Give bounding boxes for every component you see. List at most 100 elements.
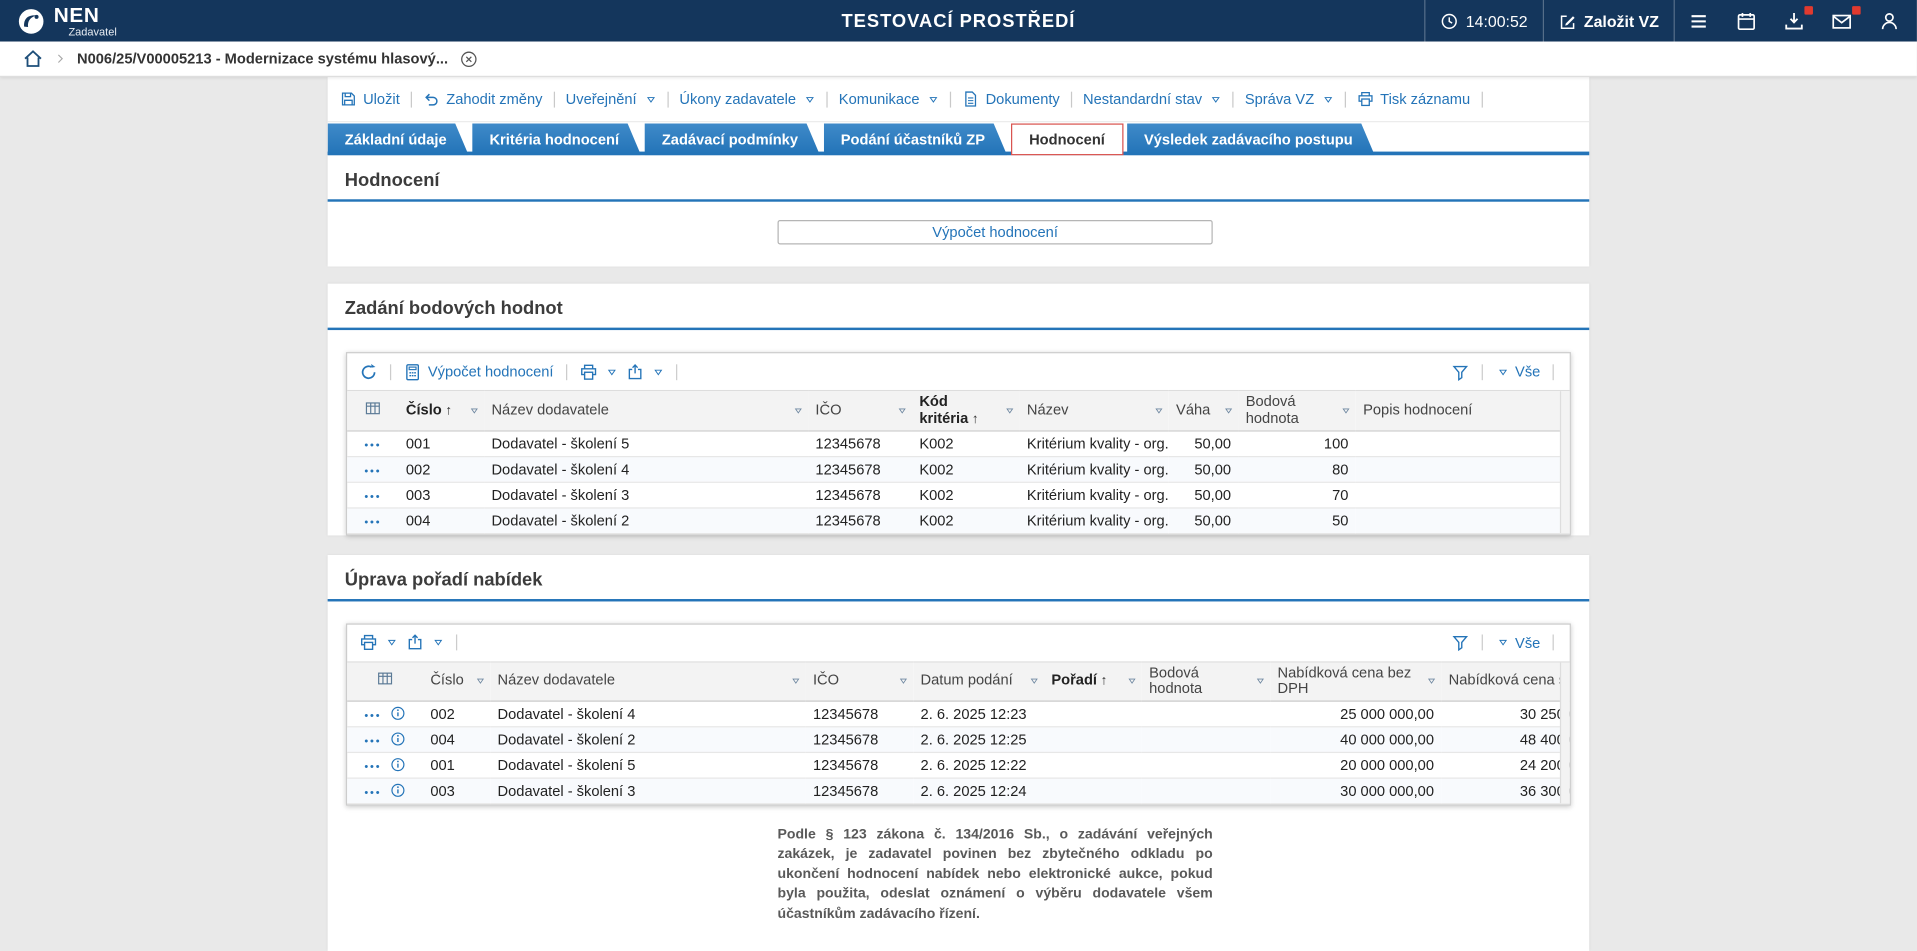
filter-icon[interactable]: [791, 677, 801, 687]
table-row[interactable]: ••• 003 Dodavatel - školení 3 12345678 2…: [347, 778, 1570, 805]
vertical-scrollbar[interactable]: [1559, 662, 1570, 804]
table-row[interactable]: ••• 002 Dodavatel - školení 4 12345678 K…: [347, 456, 1570, 483]
compute-evaluation-button[interactable]: Výpočet hodnocení: [777, 220, 1213, 245]
tab-hodnoceni[interactable]: Hodnocení: [1010, 123, 1124, 156]
info-icon[interactable]: [390, 706, 406, 722]
downloads-button[interactable]: [1770, 0, 1818, 42]
cell-nazev: Kritérium kvality - org...: [1019, 430, 1169, 457]
tab-kriteria-hodnoceni[interactable]: Kritéria hodnocení: [472, 123, 641, 155]
discard-changes-button[interactable]: Zahodit změny: [423, 90, 542, 108]
brand-text: NEN Zadavatel: [54, 4, 117, 37]
close-record-button[interactable]: [459, 50, 477, 68]
grid-filter-button[interactable]: [1451, 633, 1469, 651]
cell-cislo: 004: [422, 727, 491, 754]
tab-vysledek-zadavaciho-postupu[interactable]: Výsledek zadávacího postupu: [1127, 123, 1375, 155]
filter-icon[interactable]: [1427, 677, 1437, 687]
tab-podani-ucastniku-zp[interactable]: Podání účastníků ZP: [824, 123, 1007, 155]
filter-icon[interactable]: [793, 406, 803, 416]
grid-show-all-button[interactable]: Vše: [1495, 634, 1540, 651]
filter-icon[interactable]: [899, 677, 909, 687]
grid-print-button[interactable]: [359, 633, 397, 651]
info-icon[interactable]: [390, 757, 406, 773]
col-header-poradi[interactable]: Pořadí ↑: [1044, 660, 1142, 702]
info-icon[interactable]: [390, 731, 406, 747]
cell-poradi: [1044, 727, 1142, 754]
row-menu-icon[interactable]: •••: [364, 735, 381, 747]
row-menu-icon[interactable]: •••: [364, 761, 381, 773]
filter-icon[interactable]: [1005, 406, 1015, 416]
table-row[interactable]: ••• 001 Dodavatel - školení 5 12345678 K…: [347, 430, 1570, 457]
info-icon[interactable]: [390, 783, 406, 799]
row-menu-icon[interactable]: •••: [364, 786, 381, 798]
row-menu-icon[interactable]: •••: [364, 438, 381, 450]
grid-print-button[interactable]: [579, 362, 617, 380]
sort-asc-icon: ↑: [971, 411, 979, 427]
filter-icon[interactable]: [1224, 406, 1234, 416]
table-row[interactable]: ••• 002 Dodavatel - školení 4 12345678 2…: [347, 701, 1570, 728]
grid-export-button[interactable]: [406, 633, 444, 651]
save-button[interactable]: Uložit: [340, 90, 400, 108]
filter-icon[interactable]: [1154, 406, 1164, 416]
row-menu-icon[interactable]: •••: [364, 709, 381, 721]
refresh-button[interactable]: [359, 362, 377, 380]
filter-icon[interactable]: [897, 406, 907, 416]
filter-icon[interactable]: [1256, 677, 1266, 687]
tab-zadavaci-podminky[interactable]: Zadávací podmínky: [645, 123, 820, 155]
calendar-button[interactable]: [1723, 0, 1771, 42]
publication-menu[interactable]: Uveřejnění: [566, 90, 657, 108]
col-header-popis-hodnoceni[interactable]: Popis hodnocení: [1355, 389, 1570, 432]
filter-icon[interactable]: [469, 406, 479, 416]
breadcrumb-record[interactable]: N006/25/V00005213 - Modernizace systému …: [77, 50, 448, 67]
cell-dodavatel: Dodavatel - školení 2: [490, 727, 806, 754]
filter-icon[interactable]: [476, 677, 486, 687]
row-menu-icon[interactable]: •••: [364, 490, 381, 502]
contracting-actions-menu[interactable]: Úkony zadavatele: [679, 90, 815, 108]
grid-filter-button[interactable]: [1451, 362, 1469, 380]
col-header-bodova-hodnota[interactable]: Bodová hodnota: [1141, 660, 1271, 702]
points-grid-panel: Výpočet hodnocení Vše Číslo ↑ Název doda…: [345, 352, 1571, 535]
vertical-scrollbar[interactable]: [1559, 391, 1570, 533]
tab-zakladni-udaje[interactable]: Základní údaje: [328, 123, 469, 155]
col-header-bodova-hodnota[interactable]: Bodová hodnota: [1238, 389, 1356, 432]
col-header-ico[interactable]: IČO: [808, 389, 912, 432]
col-header-ico[interactable]: IČO: [805, 660, 914, 702]
filter-icon[interactable]: [1029, 677, 1039, 687]
table-row[interactable]: ••• 004 Dodavatel - školení 2 12345678 2…: [347, 727, 1570, 754]
table-row[interactable]: ••• 001 Dodavatel - školení 5 12345678 2…: [347, 752, 1570, 779]
create-vz-button[interactable]: Založit VZ: [1544, 12, 1674, 30]
print-record-button[interactable]: Tisk záznamu: [1357, 90, 1470, 108]
col-header-nazev[interactable]: Název: [1019, 389, 1169, 432]
col-header-kod-kriteria[interactable]: Kód kritéria ↑: [911, 389, 1020, 432]
column-chooser-button[interactable]: [347, 389, 399, 432]
profile-button[interactable]: [1866, 0, 1917, 42]
column-chooser-button[interactable]: [347, 660, 423, 702]
col-header-dodavatel[interactable]: Název dodavatele: [490, 660, 806, 702]
row-menu-icon[interactable]: •••: [364, 464, 381, 476]
vz-management-menu[interactable]: Správa VZ: [1245, 90, 1334, 108]
communication-menu[interactable]: Komunikace: [839, 90, 939, 108]
grid-export-button[interactable]: [626, 362, 664, 380]
grid-show-all-button[interactable]: Vše: [1495, 363, 1540, 380]
col-header-datum-podani[interactable]: Datum podání: [913, 660, 1045, 702]
filter-icon[interactable]: [1341, 406, 1351, 416]
main-menu-button[interactable]: [1675, 0, 1723, 42]
col-header-cislo[interactable]: Číslo: [422, 660, 491, 702]
nonstandard-state-menu[interactable]: Nestandardní stav: [1083, 90, 1222, 108]
col-header-cena-bez-dph[interactable]: Nabídková cena bez DPH: [1270, 660, 1442, 702]
messages-button[interactable]: [1818, 0, 1866, 42]
row-menu-icon[interactable]: •••: [364, 515, 381, 527]
col-header-cislo[interactable]: Číslo ↑: [398, 389, 485, 432]
filter-icon[interactable]: [1127, 677, 1137, 687]
cell-popis: [1355, 456, 1570, 483]
command-toolbar: Uložit Zahodit změny Uveřejnění Úkony za…: [327, 77, 1590, 123]
table-row[interactable]: ••• 004 Dodavatel - školení 2 12345678 K…: [347, 507, 1570, 534]
col-header-cena-s-dph[interactable]: Nabídková cena s DPH: [1441, 660, 1570, 702]
documents-button[interactable]: Dokumenty: [962, 90, 1060, 108]
col-header-dodavatel[interactable]: Název dodavatele: [484, 389, 809, 432]
col-header-vaha[interactable]: Váha: [1168, 389, 1239, 432]
nen-logo[interactable]: NEN Zadavatel: [17, 4, 117, 37]
calendar-icon: [1736, 10, 1757, 31]
table-row[interactable]: ••• 003 Dodavatel - školení 3 12345678 K…: [347, 481, 1570, 509]
home-button[interactable]: [23, 49, 43, 69]
grid-compute-evaluation-button[interactable]: Výpočet hodnocení: [403, 362, 553, 380]
